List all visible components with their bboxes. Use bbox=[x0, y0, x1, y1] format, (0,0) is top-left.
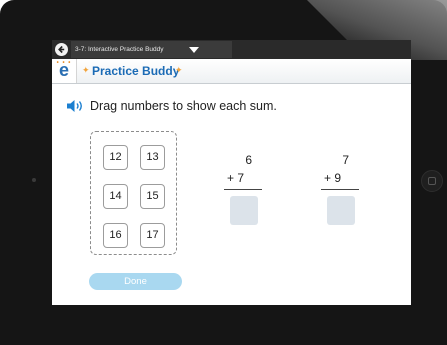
addend-bottom: + 9 bbox=[324, 171, 342, 185]
speaker-icon[interactable] bbox=[66, 99, 86, 113]
number-tile[interactable]: 17 bbox=[140, 223, 165, 248]
home-square-icon bbox=[428, 177, 436, 185]
sum-line bbox=[224, 189, 262, 190]
number-tile[interactable]: 15 bbox=[140, 184, 165, 209]
done-button[interactable]: Done bbox=[89, 273, 182, 290]
instruction-row: Drag numbers to show each sum. bbox=[66, 98, 277, 114]
home-button[interactable] bbox=[421, 170, 443, 192]
speaker-glyph bbox=[67, 100, 82, 112]
addend-top: 7 bbox=[342, 153, 349, 167]
addend-bottom: + 7 bbox=[227, 171, 245, 185]
back-arrow-icon[interactable] bbox=[55, 43, 68, 56]
caret-down-icon[interactable] bbox=[189, 47, 199, 53]
answer-drop-box[interactable] bbox=[327, 196, 355, 225]
addition-problem: 7 + 9 bbox=[321, 150, 381, 230]
lesson-title: 3-7: Interactive Practice Buddy bbox=[75, 46, 164, 53]
app-logo: • • • e bbox=[52, 59, 77, 83]
logo-dots-icon: • • • bbox=[56, 60, 72, 66]
app-title: Practice Buddy bbox=[92, 64, 180, 78]
number-tile[interactable]: 14 bbox=[103, 184, 128, 209]
number-tile[interactable]: 13 bbox=[140, 145, 165, 170]
app-header: • • • e ✦ Practice Buddy ✦ bbox=[52, 59, 411, 84]
instruction-text: Drag numbers to show each sum. bbox=[90, 99, 277, 113]
number-tile[interactable]: 12 bbox=[103, 145, 128, 170]
addition-problem: 6 + 7 bbox=[224, 150, 284, 230]
answer-drop-box[interactable] bbox=[230, 196, 258, 225]
back-arrow-glyph bbox=[58, 45, 65, 54]
app-screen: 3-7: Interactive Practice Buddy • • • e … bbox=[52, 40, 411, 305]
number-tile[interactable]: 16 bbox=[103, 223, 128, 248]
camera-icon bbox=[32, 178, 36, 182]
sum-line bbox=[321, 189, 359, 190]
top-bar: 3-7: Interactive Practice Buddy bbox=[52, 40, 411, 59]
lesson-title-tab[interactable]: 3-7: Interactive Practice Buddy bbox=[71, 41, 232, 58]
star-icon: ✦ bbox=[175, 65, 183, 75]
number-tray: 12 13 14 15 16 17 bbox=[90, 131, 177, 255]
addend-top: 6 bbox=[245, 153, 252, 167]
star-icon: ✦ bbox=[82, 65, 90, 75]
